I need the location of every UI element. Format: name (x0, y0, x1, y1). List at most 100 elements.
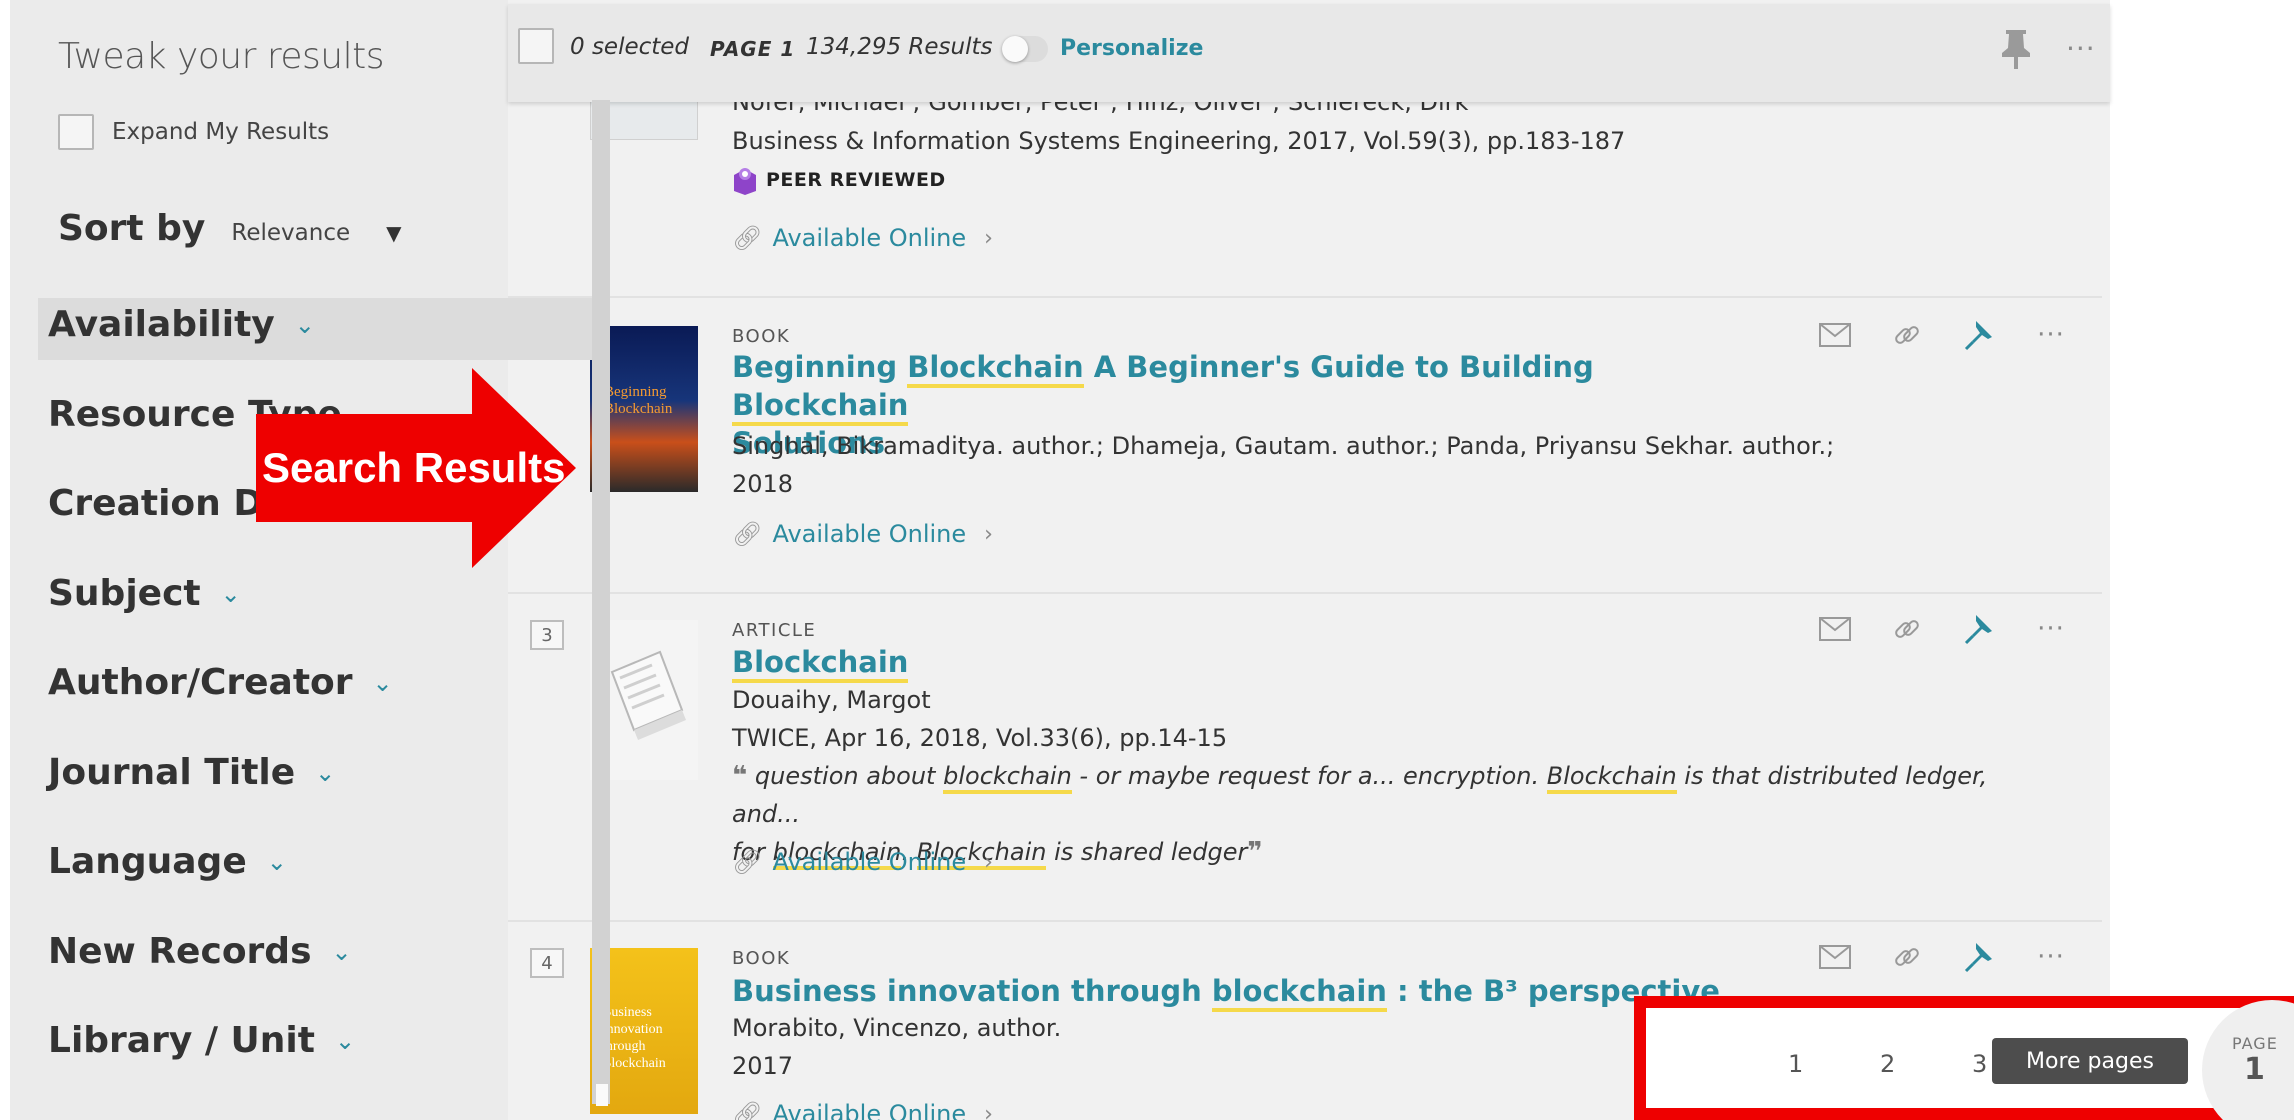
pin-icon[interactable] (1998, 28, 2034, 70)
sort-by-label: Sort by (58, 208, 206, 249)
available-online-label[interactable]: Available Online (772, 848, 966, 876)
title-text[interactable]: Beginning (732, 350, 907, 384)
facet-journal-title[interactable]: Journal Title ⌄ (48, 752, 335, 793)
available-online-label[interactable]: Available Online (772, 224, 966, 252)
available-online-link[interactable]: 🔗︎ Available Online › (732, 848, 993, 876)
result-title[interactable]: Blockchain (732, 643, 909, 683)
peer-reviewed-icon (734, 168, 756, 195)
snippet-text: question about (754, 762, 944, 790)
page-link-2[interactable]: 2 (1880, 1050, 1895, 1078)
sidebar-title: Tweak your results (58, 36, 384, 77)
chevron-right-icon: › (984, 1101, 993, 1120)
peer-reviewed-label: PEER REVIEWED (766, 169, 946, 191)
title-highlight[interactable]: blockchain (1211, 974, 1387, 1012)
title-highlight[interactable]: Blockchain (907, 350, 1084, 388)
current-page-label: PAGE (2232, 1034, 2278, 1053)
facet-subject[interactable]: Subject ⌄ (48, 573, 241, 614)
pin-icon[interactable] (1960, 612, 1998, 646)
item-divider (508, 920, 2102, 922)
result-actions: ··· (1816, 940, 2070, 974)
open-quote-icon: ❝ (732, 761, 748, 791)
available-online-label[interactable]: Available Online (772, 520, 966, 548)
select-all-checkbox[interactable] (518, 28, 554, 64)
available-online-label[interactable]: Available Online (772, 1100, 966, 1120)
chevron-right-icon: › (984, 849, 993, 875)
chevron-down-icon[interactable]: ⌄ (315, 759, 335, 787)
email-icon[interactable] (1816, 940, 1854, 974)
annotation-label: Search Results (262, 444, 566, 491)
snippet-highlight: Blockchain (1546, 762, 1677, 794)
email-icon[interactable] (1816, 612, 1854, 646)
chevron-right-icon: › (984, 521, 993, 547)
page-link-1[interactable]: 1 (1788, 1050, 1803, 1078)
result-actions: ··· (1816, 318, 2070, 352)
available-online-link[interactable]: 🔗︎ Available Online › (732, 224, 993, 252)
more-options-icon[interactable]: ··· (2032, 940, 2070, 974)
result-source: TWICE, Apr 16, 2018, Vol.33(6), pp.14-15 (732, 724, 1228, 752)
page-indicator: PAGE 1 (710, 37, 796, 61)
pin-icon[interactable] (1960, 940, 1998, 974)
snippet-text: - or maybe request for a... encryption. (1071, 762, 1547, 790)
personalize-toggle[interactable] (1002, 36, 1048, 62)
selected-count: 0 selected (570, 34, 690, 60)
sort-by[interactable]: Sort by Relevance ▼ (58, 208, 402, 249)
facet-label: Language (48, 841, 247, 882)
scrollbar-thumb[interactable] (596, 1084, 608, 1106)
facet-availability[interactable]: Availability ⌄ (48, 304, 315, 345)
available-online-link[interactable]: 🔗︎ Available Online › (732, 520, 993, 548)
chevron-down-icon[interactable]: ⌄ (221, 580, 241, 608)
title-highlight[interactable]: Blockchain (732, 388, 909, 426)
chevron-down-icon[interactable]: ⌄ (267, 848, 287, 876)
pagination: 1 2 3 More pages PAGE 1 (1634, 996, 2294, 1120)
current-page-indicator: PAGE 1 (2202, 1000, 2294, 1120)
permalink-icon[interactable] (1888, 612, 1926, 646)
personalize-label[interactable]: Personalize (1060, 36, 1203, 61)
results-scrollbar[interactable] (592, 100, 610, 1104)
facet-label: Author/Creator (48, 662, 353, 703)
sort-by-value[interactable]: Relevance (231, 220, 350, 246)
result-title[interactable]: Business innovation through blockchain :… (732, 972, 1720, 1012)
facet-label: New Records (48, 931, 312, 972)
result-number[interactable]: 3 (530, 620, 564, 650)
title-text[interactable]: Business innovation through (732, 974, 1212, 1008)
chevron-down-icon[interactable]: ⌄ (295, 311, 315, 339)
chevron-down-icon[interactable]: ⌄ (332, 938, 352, 966)
email-icon[interactable] (1816, 318, 1854, 352)
result-number[interactable]: 4 (530, 948, 564, 978)
more-options-icon[interactable]: ··· (2032, 318, 2070, 352)
result-authors: Douaihy, Margot (732, 686, 931, 714)
results-count: 134,295 Results (806, 34, 993, 60)
expand-my-results[interactable]: Expand My Results (58, 114, 329, 150)
chevron-down-icon[interactable]: ⌄ (335, 1027, 355, 1055)
facet-library-unit[interactable]: Library / Unit ⌄ (48, 1020, 355, 1061)
snippet-text: is shared ledger (1046, 838, 1248, 866)
result-type: BOOK (732, 326, 791, 347)
item-divider (508, 592, 2102, 594)
chevron-down-icon[interactable]: ⌄ (373, 669, 393, 697)
facet-label: Library / Unit (48, 1020, 315, 1061)
more-pages-button[interactable]: More pages (1992, 1038, 2188, 1084)
link-icon: 🔗︎ (732, 520, 763, 548)
link-icon: 🔗︎ (732, 224, 763, 252)
permalink-icon[interactable] (1888, 318, 1926, 352)
expand-label: Expand My Results (112, 119, 330, 145)
page-link-3[interactable]: 3 (1972, 1050, 1987, 1078)
cover-title: Business Innovation through Blockchain (602, 1005, 666, 1071)
available-online-link[interactable]: 🔗︎ Available Online › (732, 1100, 993, 1120)
title-highlight[interactable]: Blockchain (732, 645, 909, 683)
result-actions: ··· (1816, 612, 2070, 646)
facet-author-creator[interactable]: Author/Creator ⌄ (48, 662, 393, 703)
result-type: BOOK (732, 948, 791, 969)
more-options-icon[interactable]: ··· (2032, 612, 2070, 646)
more-options-icon[interactable]: ··· (2066, 32, 2096, 65)
snippet-highlight: blockchain (943, 762, 1072, 794)
caret-down-icon[interactable]: ▼ (386, 221, 401, 245)
facet-new-records[interactable]: New Records ⌄ (48, 931, 352, 972)
link-icon: 🔗︎ (732, 1100, 763, 1120)
current-page-number: 1 (2244, 1052, 2265, 1087)
pin-icon[interactable] (1960, 318, 1998, 352)
facet-language[interactable]: Language ⌄ (48, 841, 287, 882)
permalink-icon[interactable] (1888, 940, 1926, 974)
title-text[interactable]: A Beginner's Guide to Building (1084, 350, 1594, 384)
expand-checkbox[interactable] (58, 114, 94, 150)
